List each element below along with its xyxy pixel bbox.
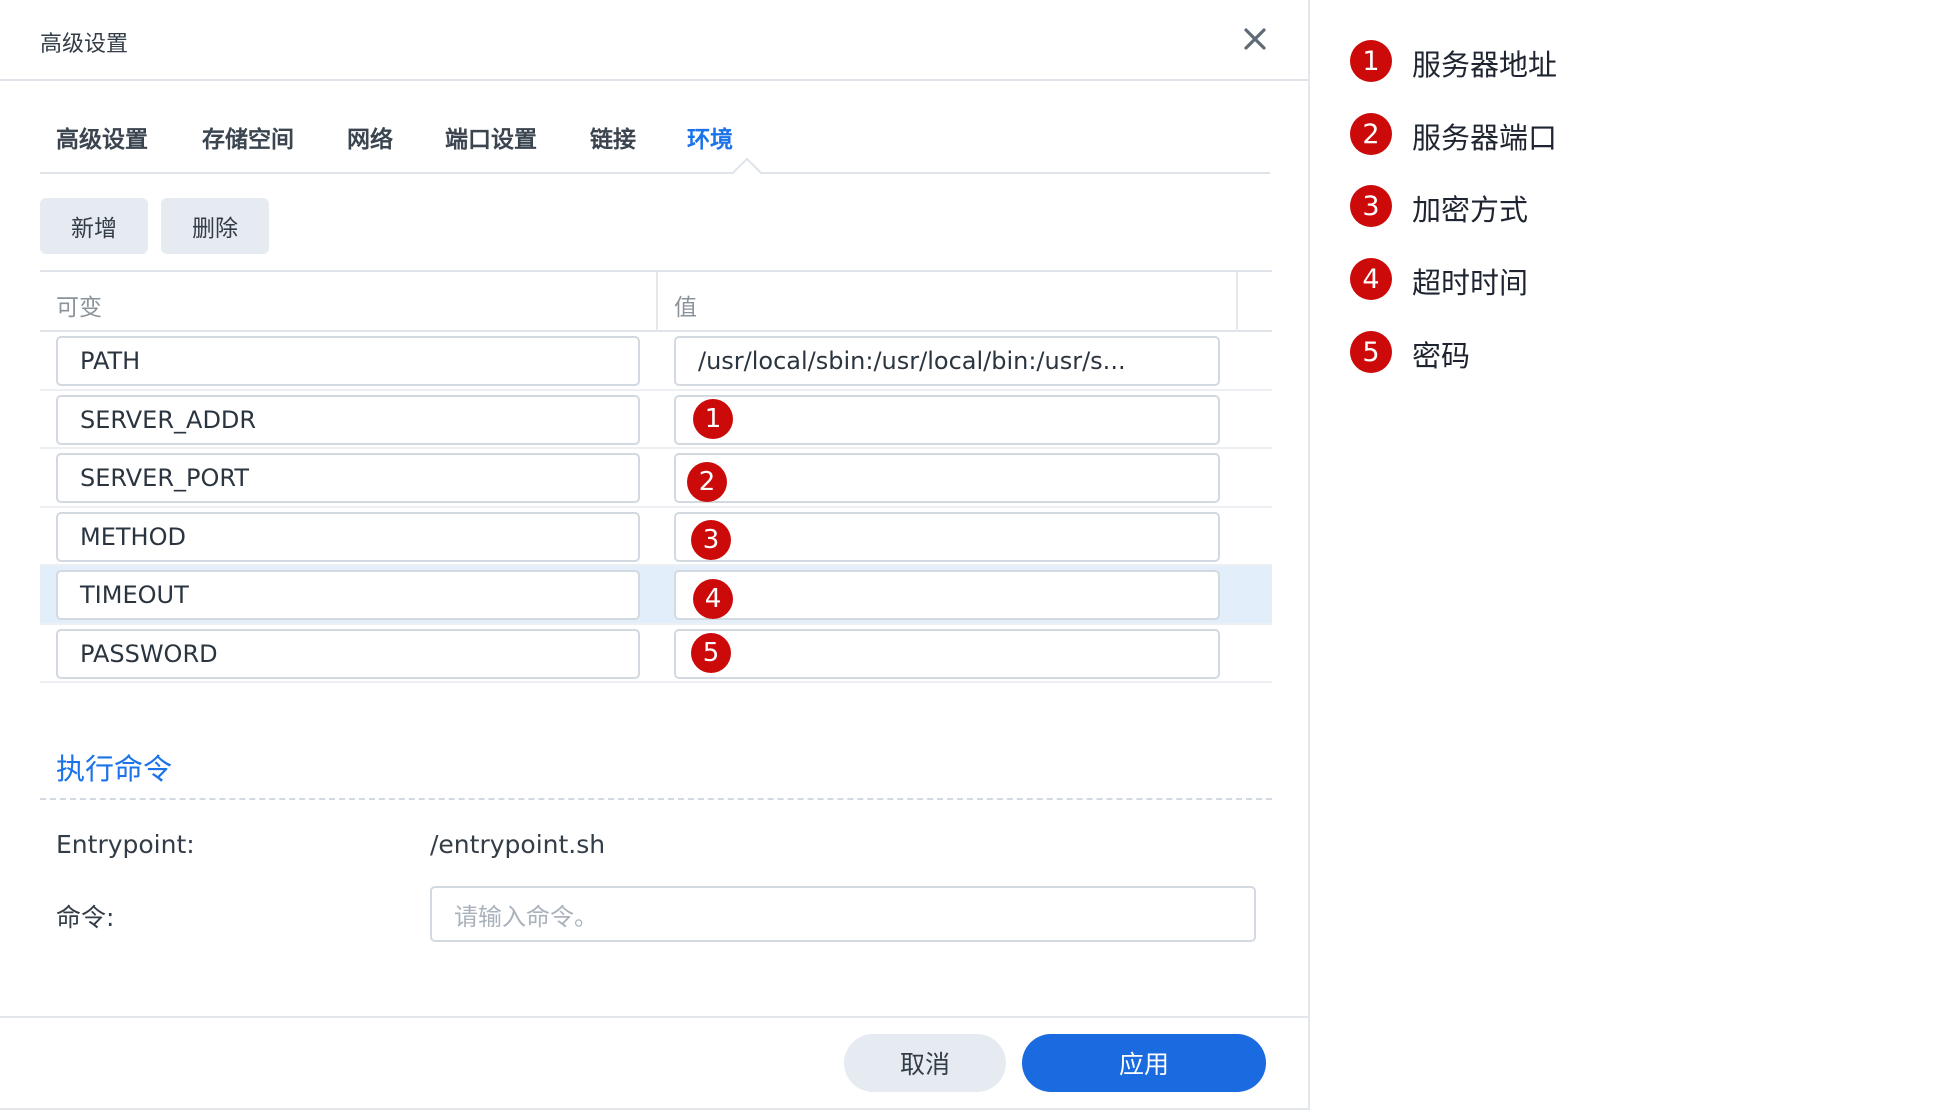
variable-value-field[interactable] xyxy=(674,453,1220,503)
table-row[interactable]: SERVER_PORT 2 xyxy=(40,449,1272,508)
variable-name-text: PATH xyxy=(80,347,141,375)
active-tab-indicator xyxy=(731,157,763,189)
advanced-settings-dialog: 高级设置 高级设置 存储空间 网络 端口设置 链接 环境 新增 删除 可变 值 … xyxy=(0,0,1310,1110)
variable-name-field[interactable]: SERVER_PORT xyxy=(56,453,640,503)
delete-button[interactable]: 删除 xyxy=(161,198,269,254)
column-divider xyxy=(656,272,658,332)
variable-name-field[interactable]: TIMEOUT xyxy=(56,570,640,620)
tab-environment[interactable]: 环境 xyxy=(687,120,733,154)
table-header: 可变 值 xyxy=(40,270,1272,332)
table-row[interactable]: METHOD 3 xyxy=(40,508,1272,566)
table-row[interactable]: SERVER_ADDR 1 xyxy=(40,391,1272,449)
variable-name-text: SERVER_ADDR xyxy=(80,405,257,434)
legend-item: 2 服务器端口 xyxy=(1350,113,1557,157)
variable-value-field[interactable]: /usr/local/sbin:/usr/local/bin:/usr/s... xyxy=(674,336,1220,386)
tab-storage[interactable]: 存储空间 xyxy=(202,120,294,154)
variable-value-field[interactable] xyxy=(674,511,1220,562)
section-divider xyxy=(40,798,1272,800)
table-row[interactable]: PASSWORD 5 xyxy=(40,625,1272,683)
legend-text: 超时时间 xyxy=(1412,266,1529,300)
legend-marker-4: 4 xyxy=(1350,258,1392,300)
legend-item: 3 加密方式 xyxy=(1350,185,1528,229)
variable-name-text: METHOD xyxy=(80,522,186,551)
annotation-marker-4: 4 xyxy=(693,579,733,619)
command-placeholder: 请输入命令。 xyxy=(454,902,598,931)
legend-marker-3: 3 xyxy=(1350,185,1392,227)
close-icon[interactable] xyxy=(1238,22,1272,56)
variable-name-field[interactable]: PASSWORD xyxy=(56,628,640,679)
tab-network[interactable]: 网络 xyxy=(347,120,393,154)
variable-value-field[interactable] xyxy=(674,628,1220,679)
section-title-run-command: 执行命令 xyxy=(56,752,173,786)
variable-name-field[interactable]: SERVER_ADDR xyxy=(56,394,640,445)
tab-links[interactable]: 链接 xyxy=(590,120,636,154)
tab-port-settings[interactable]: 端口设置 xyxy=(445,120,537,154)
annotation-marker-5: 5 xyxy=(691,632,731,673)
legend-marker-2: 2 xyxy=(1350,113,1392,155)
legend-text: 密码 xyxy=(1412,339,1471,373)
variable-name-text: PASSWORD xyxy=(80,639,218,668)
legend-marker-1: 1 xyxy=(1350,40,1392,82)
annotation-marker-3: 3 xyxy=(691,519,731,560)
entrypoint-value: /entrypoint.sh xyxy=(430,830,606,859)
table-row[interactable]: TIMEOUT 4 xyxy=(40,566,1272,625)
column-divider xyxy=(1236,272,1238,332)
variable-value-field[interactable] xyxy=(674,394,1220,445)
command-label: 命令: xyxy=(56,903,115,932)
column-header-value[interactable]: 值 xyxy=(674,288,697,322)
annotation-marker-1: 1 xyxy=(693,398,733,439)
legend-text: 加密方式 xyxy=(1412,193,1529,227)
tab-advanced-settings[interactable]: 高级设置 xyxy=(56,120,148,154)
dialog-titlebar: 高级设置 xyxy=(0,0,1310,81)
apply-button[interactable]: 应用 xyxy=(1022,1034,1266,1092)
variable-name-text: SERVER_PORT xyxy=(80,464,249,492)
cancel-button[interactable]: 取消 xyxy=(844,1034,1006,1092)
legend-marker-5: 5 xyxy=(1350,331,1392,373)
variable-value-field[interactable] xyxy=(674,570,1220,620)
entrypoint-label: Entrypoint: xyxy=(56,830,195,859)
legend-text: 服务器端口 xyxy=(1412,121,1558,155)
annotation-marker-2: 2 xyxy=(687,462,727,502)
footer-divider xyxy=(0,1016,1310,1018)
column-header-variable[interactable]: 可变 xyxy=(56,288,102,322)
variable-name-text: TIMEOUT xyxy=(80,581,189,609)
table-row[interactable]: PATH /usr/local/sbin:/usr/local/bin:/usr… xyxy=(40,332,1272,391)
variable-value-text: /usr/local/sbin:/usr/local/bin:/usr/s... xyxy=(698,347,1126,375)
variable-name-field[interactable]: PATH xyxy=(56,336,640,386)
legend-text: 服务器地址 xyxy=(1412,48,1558,82)
tab-bar: 高级设置 存储空间 网络 端口设置 链接 环境 xyxy=(40,100,1270,189)
legend-item: 1 服务器地址 xyxy=(1350,40,1557,84)
add-button[interactable]: 新增 xyxy=(40,198,148,254)
legend-item: 5 密码 xyxy=(1350,331,1470,375)
legend-item: 4 超时时间 xyxy=(1350,258,1528,302)
command-input[interactable]: 请输入命令。 xyxy=(430,886,1256,942)
dialog-title: 高级设置 xyxy=(40,32,129,57)
variable-name-field[interactable]: METHOD xyxy=(56,511,640,562)
